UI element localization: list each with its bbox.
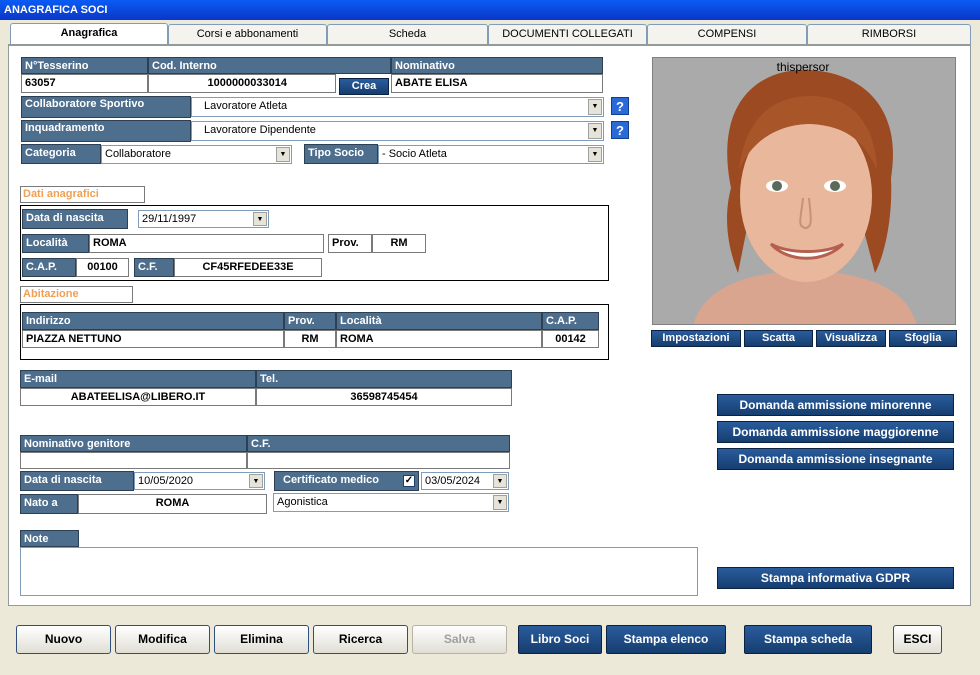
data-nascita-picker[interactable]: 29/11/1997 ▼ — [138, 210, 269, 228]
cf-value: CF45RFEDEE33E — [174, 258, 322, 277]
member-photo: thispersor — [652, 57, 956, 325]
nominativo-label: Nominativo — [391, 57, 603, 74]
chevron-down-icon: ▼ — [493, 495, 507, 510]
tessera-value: 63057 — [21, 74, 148, 93]
genitore-value[interactable] — [20, 452, 247, 469]
cod-interno-label: Cod. Interno — [148, 57, 391, 74]
certificato-tipo-select[interactable]: Agonistica ▼ — [273, 493, 509, 512]
domanda-maggiorenne-button[interactable]: Domanda ammissione maggiorenne — [717, 421, 954, 443]
note-textarea[interactable] — [20, 547, 698, 596]
elimina-button[interactable]: Elimina — [214, 625, 309, 654]
abitazione-localita-value: ROMA — [336, 330, 542, 348]
collaboratore-select[interactable]: Lavoratore Atleta ▼ — [191, 97, 604, 117]
dati-anagrafici-title: Dati anagrafici — [20, 186, 145, 203]
tessera-label: N°Tesserino — [21, 57, 148, 74]
abitazione-cap-label: C.A.P. — [542, 312, 599, 330]
chevron-down-icon: ▼ — [276, 147, 290, 162]
impostazioni-button[interactable]: Impostazioni — [651, 330, 741, 347]
scatta-button[interactable]: Scatta — [744, 330, 813, 347]
chevron-down-icon: ▼ — [249, 474, 263, 488]
esci-button[interactable]: ESCI — [893, 625, 942, 654]
genitore-nascita-picker[interactable]: 10/05/2020 ▼ — [134, 472, 265, 490]
prov-label: Prov. — [328, 234, 372, 253]
domanda-minorenne-button[interactable]: Domanda ammissione minorenne — [717, 394, 954, 416]
chevron-down-icon: ▼ — [588, 123, 602, 139]
cap-value: 00100 — [76, 258, 129, 277]
genitore-nascita-value: 10/05/2020 — [138, 475, 194, 487]
indirizzo-label: Indirizzo — [22, 312, 284, 330]
libro-soci-button[interactable]: Libro Soci — [518, 625, 602, 654]
nato-a-value: ROMA — [78, 494, 267, 514]
portrait-image — [653, 58, 955, 324]
help-inquadramento-icon[interactable]: ? — [611, 121, 629, 139]
help-collaboratore-icon[interactable]: ? — [611, 97, 629, 115]
certificato-date-value: 03/05/2024 — [425, 475, 481, 487]
localita-label: Località — [22, 234, 89, 253]
certificato-tipo-value: Agonistica — [277, 496, 328, 508]
stampa-gdpr-button[interactable]: Stampa informativa GDPR — [717, 567, 954, 589]
crea-button[interactable]: Crea — [339, 78, 389, 95]
categoria-select[interactable]: Collaboratore ▼ — [101, 145, 292, 164]
tel-value: 36598745454 — [256, 388, 512, 406]
categoria-value: Collaboratore — [105, 148, 172, 160]
data-nascita-value: 29/11/1997 — [142, 213, 197, 225]
data-nascita-label: Data di nascita — [22, 209, 128, 229]
genitore-label: Nominativo genitore — [20, 435, 247, 452]
certificato-label: Certificato medico — [274, 471, 419, 491]
chevron-down-icon: ▼ — [253, 212, 267, 226]
window-titlebar: ANAGRAFICA SOCI — [0, 0, 980, 20]
genitore-cf-value[interactable] — [247, 452, 510, 469]
sfoglia-button[interactable]: Sfoglia — [889, 330, 957, 347]
genitore-nascita-label: Data di nascita — [20, 471, 134, 491]
certificato-checkbox[interactable]: ✓ — [403, 475, 415, 487]
indirizzo-value: PIAZZA NETTUNO — [22, 330, 284, 348]
localita-value: ROMA — [89, 234, 324, 253]
salva-button[interactable]: Salva — [412, 625, 507, 654]
nuovo-button[interactable]: Nuovo — [16, 625, 111, 654]
cod-interno-value: 1000000033014 — [148, 74, 336, 93]
ricerca-button[interactable]: Ricerca — [313, 625, 408, 654]
inquadramento-label: Inquadramento — [21, 120, 191, 142]
tab-anagrafica[interactable]: Anagrafica — [10, 23, 168, 46]
abitazione-prov-value: RM — [284, 330, 336, 348]
tipo-socio-value: - Socio Atleta — [382, 148, 447, 160]
stampa-scheda-button[interactable]: Stampa scheda — [744, 625, 872, 654]
categoria-label: Categoria — [21, 144, 101, 164]
abitazione-cap-value: 00142 — [542, 330, 599, 348]
tipo-socio-label: Tipo Socio — [304, 144, 378, 164]
inquadramento-select[interactable]: Lavoratore Dipendente ▼ — [191, 121, 604, 141]
tab-documenti-collegati[interactable]: DOCUMENTI COLLEGATI — [488, 24, 647, 45]
visualizza-button[interactable]: Visualizza — [816, 330, 886, 347]
domanda-insegnante-button[interactable]: Domanda ammissione insegnante — [717, 448, 954, 470]
stampa-elenco-button[interactable]: Stampa elenco — [606, 625, 726, 654]
photo-caption: thispersor — [776, 60, 830, 74]
tipo-socio-select[interactable]: - Socio Atleta ▼ — [378, 145, 604, 164]
abitazione-localita-label: Località — [336, 312, 542, 330]
inquadramento-value: Lavoratore Dipendente — [204, 124, 316, 136]
genitore-cf-label: C.F. — [247, 435, 510, 452]
nominativo-value: ABATE ELISA — [391, 74, 603, 93]
chevron-down-icon: ▼ — [493, 474, 507, 488]
tab-rimborsi[interactable]: RIMBORSI — [807, 24, 971, 45]
prov-value: RM — [372, 234, 426, 253]
collaboratore-label: Collaboratore Sportivo — [21, 96, 191, 118]
modifica-button[interactable]: Modifica — [115, 625, 210, 654]
collaboratore-value: Lavoratore Atleta — [204, 100, 288, 112]
tab-scheda[interactable]: Scheda — [327, 24, 488, 45]
certificato-date-picker[interactable]: 03/05/2024 ▼ — [421, 472, 509, 490]
abitazione-title: Abitazione — [20, 286, 133, 303]
email-value: ABATEELISA@LIBERO.IT — [20, 388, 256, 406]
nato-a-label: Nato a — [20, 494, 78, 514]
tab-compensi[interactable]: COMPENSI — [647, 24, 807, 45]
cf-label: C.F. — [134, 258, 174, 277]
abitazione-prov-label: Prov. — [284, 312, 336, 330]
window-title: ANAGRAFICA SOCI — [4, 4, 108, 16]
chevron-down-icon: ▼ — [588, 147, 602, 162]
tel-label: Tel. — [256, 370, 512, 388]
tab-corsi-abbonamenti[interactable]: Corsi e abbonamenti — [168, 24, 327, 45]
cap-label: C.A.P. — [22, 258, 76, 277]
note-label: Note — [20, 530, 79, 547]
email-label: E-mail — [20, 370, 256, 388]
chevron-down-icon: ▼ — [588, 99, 602, 115]
